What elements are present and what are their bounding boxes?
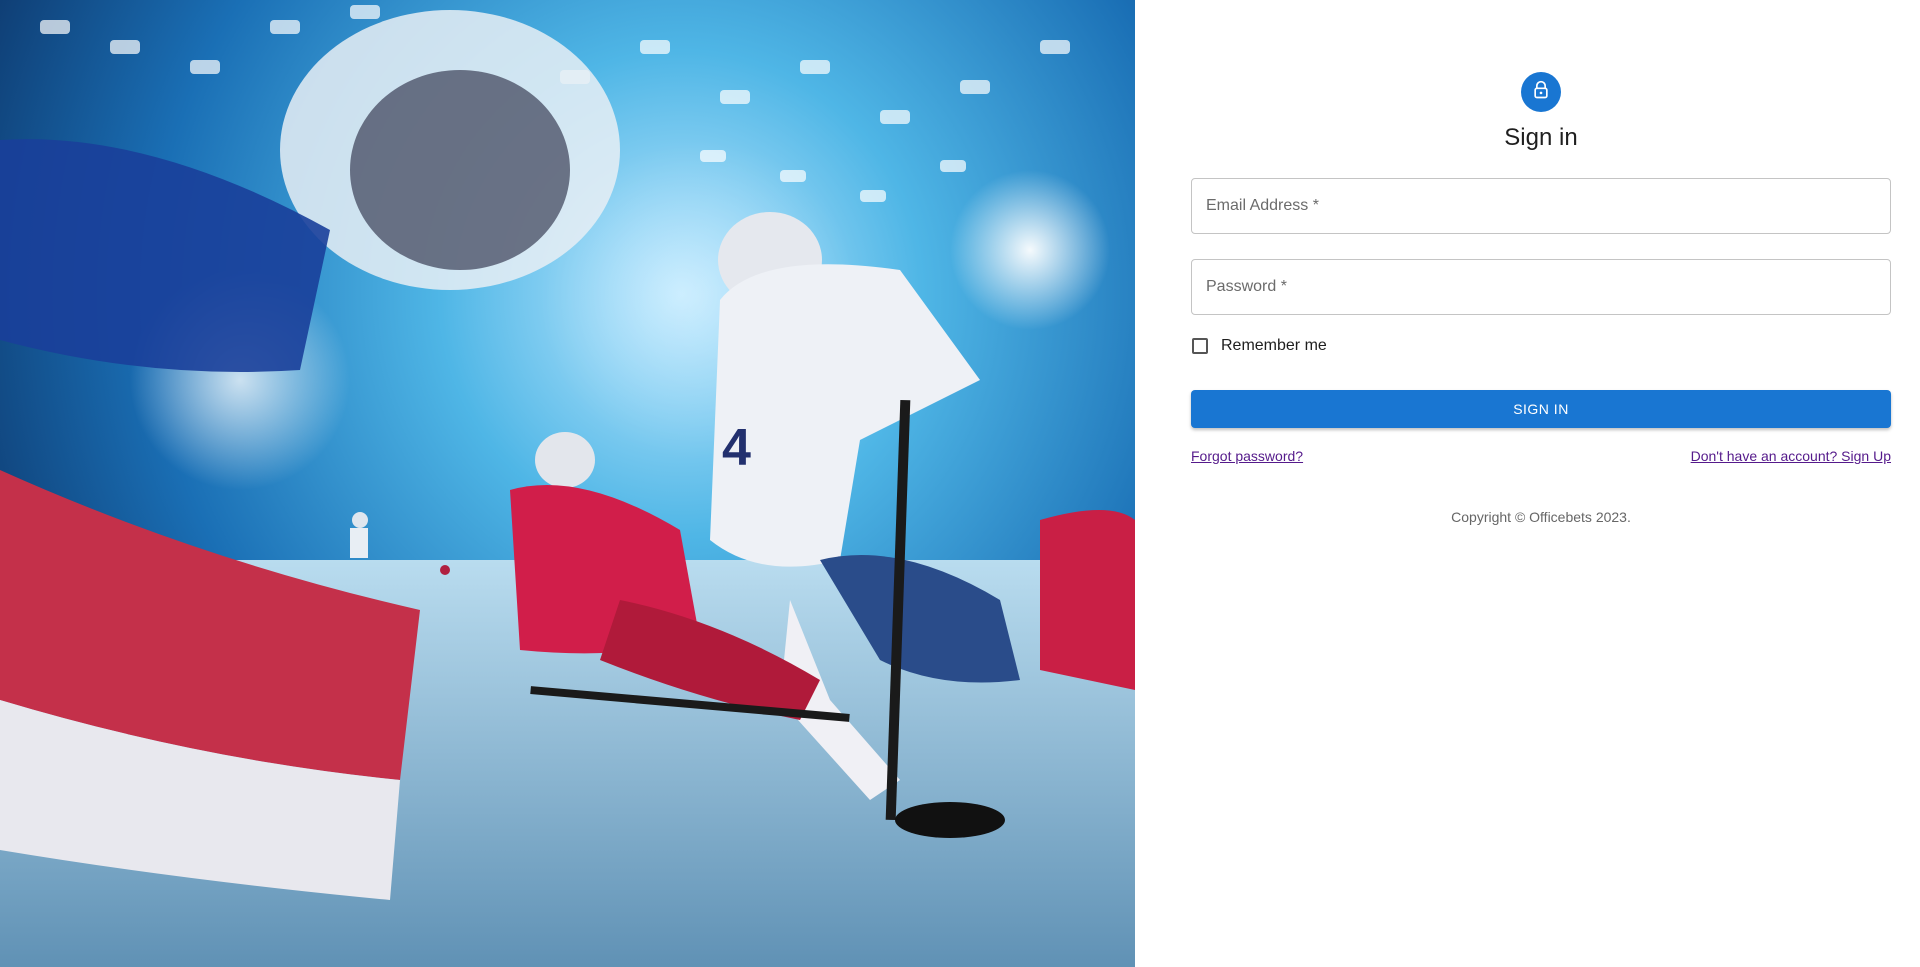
page-title: Sign in	[1504, 124, 1578, 151]
copyright-text: Copyright © Officebets 2023.	[1451, 509, 1631, 525]
jersey-number: 4	[722, 419, 751, 477]
remember-me[interactable]: Remember me	[1191, 334, 1327, 358]
email-input[interactable]	[1192, 179, 1880, 233]
password-input[interactable]	[1192, 260, 1880, 314]
lock-icon	[1531, 80, 1551, 105]
remember-me-label: Remember me	[1221, 337, 1327, 354]
email-field[interactable]	[1191, 178, 1891, 234]
sign-in-page: 4 Sign in Email Address * Remember me SI…	[0, 0, 1920, 967]
sign-in-button[interactable]: SIGN IN	[1191, 390, 1891, 428]
sign-up-link[interactable]: Don't have an account? Sign Up	[1691, 448, 1891, 464]
hero-image: 4	[0, 0, 1135, 967]
lock-avatar	[1521, 72, 1561, 112]
remember-me-checkbox[interactable]	[1192, 338, 1208, 354]
sign-in-panel: Sign in Remember me SIGN IN Forgot passw…	[1135, 0, 1920, 967]
password-field[interactable]	[1191, 259, 1891, 315]
forgot-password-link[interactable]: Forgot password?	[1191, 448, 1303, 464]
